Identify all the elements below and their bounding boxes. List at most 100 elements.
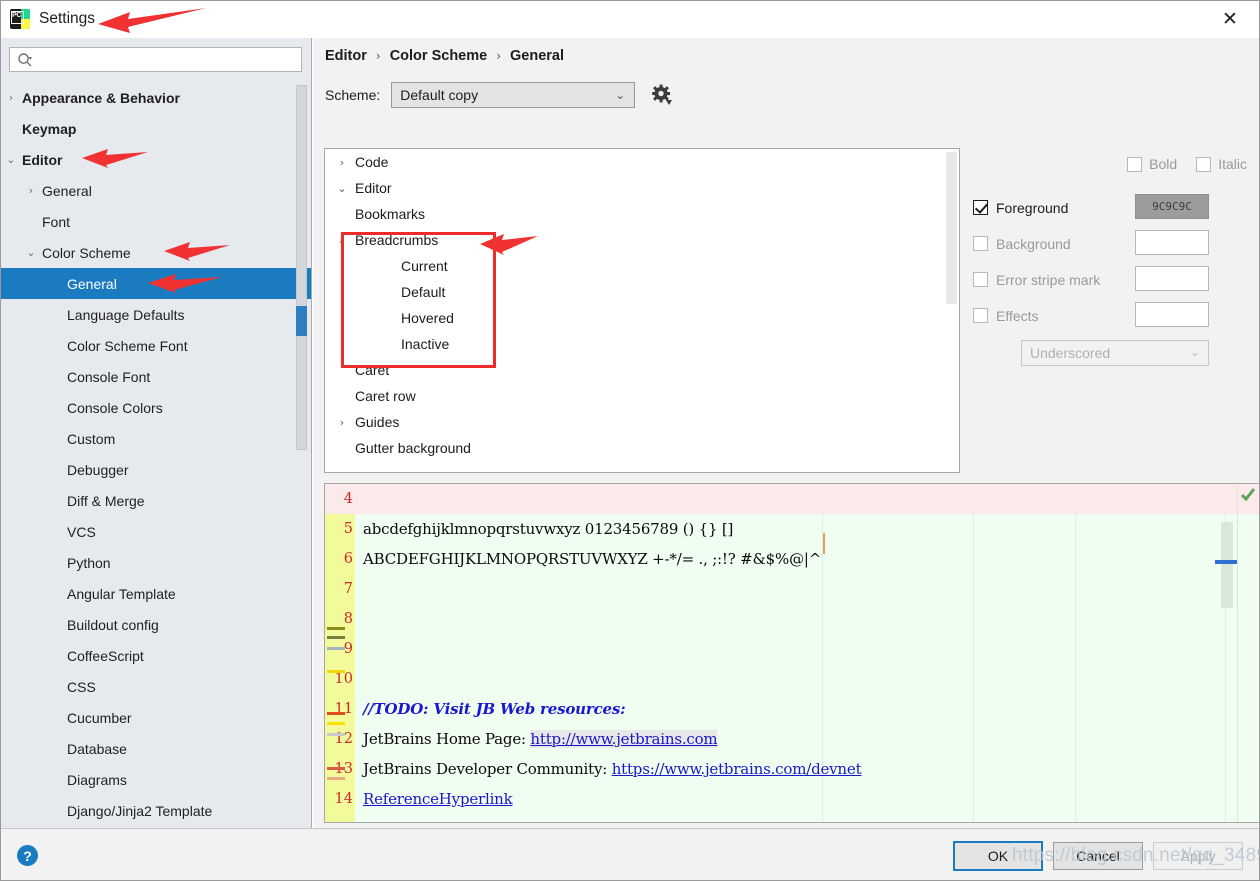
search-input[interactable] [38,50,296,70]
color-tree-item-editor[interactable]: ⌄ Editor [325,175,959,201]
close-icon[interactable]: ✕ [1210,4,1250,34]
sidebar-item-label: Console Font [67,368,151,385]
chevron-right-icon[interactable]: › [329,156,355,169]
sidebar-item-appearance-behavior[interactable]: › Appearance & Behavior [0,82,311,113]
color-tree-item-code[interactable]: › Code [325,149,959,175]
scheme-select[interactable]: Default copy ⌄ [391,82,636,108]
editor-line: 7 [325,574,1259,604]
sidebar-item-debugger[interactable]: Debugger [0,454,311,485]
option-row-error-stripe[interactable]: Error stripe mark [973,266,1253,293]
color-tree-item-current[interactable]: Current [325,253,959,279]
sidebar-item-vcs[interactable]: VCS [0,516,311,547]
color-tree-label: Caret row [355,388,416,404]
breadcrumb-item-1[interactable]: Color Scheme [390,48,488,64]
help-button[interactable]: ? [17,845,38,866]
logo-text: PC [12,12,22,19]
sidebar-item-color-scheme[interactable]: ⌄ Color Scheme [0,237,311,268]
color-tree-item-guides[interactable]: › Guides [325,409,959,435]
sidebar-item-keymap[interactable]: Keymap [0,113,311,144]
breadcrumb: Editor › Color Scheme › General [325,48,564,64]
sidebar-item-diff-merge[interactable]: Diff & Merge [0,485,311,516]
chevron-down-icon[interactable]: ⌄ [329,234,355,247]
option-row-effects[interactable]: Effects [973,302,1253,329]
sidebar-item-general[interactable]: › General [0,175,311,206]
italic-label: Italic [1218,156,1247,172]
chevron-right-icon[interactable]: › [0,91,22,104]
color-tree-item-default[interactable]: Default [325,279,959,305]
sidebar-item-database[interactable]: Database [0,733,311,764]
window-title: Settings [39,10,96,27]
color-tree-item-bookmarks[interactable]: Bookmarks [325,201,959,227]
line-text: //TODO: Visit JB Web resources: [363,700,626,718]
sidebar-item-cucumber[interactable]: Cucumber [0,702,311,733]
line-number: 11 [334,701,353,717]
sidebar-item-label: Angular Template [67,585,176,602]
background-color-swatch [1135,230,1209,255]
color-tree-item-caret[interactable]: Caret [325,357,959,383]
sidebar-item-angular-template[interactable]: Angular Template [0,578,311,609]
tree-scrollbar-thumb[interactable] [946,152,957,304]
sidebar-item-console-font[interactable]: Console Font [0,361,311,392]
error-stripe-panel[interactable] [1237,484,1259,822]
sidebar-item-editor[interactable]: ⌄ Editor [0,144,311,175]
color-tree-item-hovered[interactable]: Hovered [325,305,959,331]
italic-checkbox[interactable]: Italic [1196,156,1247,172]
sidebar-item-django-jinja2-template[interactable]: Django/Jinja2 Template [0,795,311,826]
color-settings-tree[interactable]: › Code ⌄ Editor Bookmarks ⌄ Breadcrumbs Current… [324,148,960,473]
sidebar-item-font[interactable]: Font [0,206,311,237]
error-stripe-checkbox[interactable] [973,272,988,287]
option-row-background[interactable]: Background [973,230,1253,257]
editor-line: 10 [325,664,1259,694]
line-text: ReferenceHyperlink [363,790,513,808]
color-tree-item-gutter-background[interactable]: Gutter background [325,435,959,461]
sidebar-item-label: Console Colors [67,399,163,416]
sidebar-scrollbar[interactable] [296,85,307,450]
gear-icon[interactable] [651,84,673,106]
sidebar-item-console-colors[interactable]: Console Colors [0,392,311,423]
line-number: 10 [334,671,353,687]
line-text: JetBrains Home Page: [363,730,531,748]
color-tree-item-breadcrumbs[interactable]: ⌄ Breadcrumbs [325,227,959,253]
sidebar-item-color-scheme-font[interactable]: Color Scheme Font [0,330,311,361]
chevron-right-icon[interactable]: › [329,416,355,429]
title-bar: PC Settings ✕ [0,0,1260,38]
foreground-color-swatch[interactable]: 9C9C9C [1135,194,1209,219]
breadcrumb-item-0[interactable]: Editor [325,48,367,64]
sidebar-item-general[interactable]: General [0,268,311,299]
breadcrumb-separator-icon: › [375,49,381,63]
color-tree-item-inactive[interactable]: Inactive [325,331,959,357]
sidebar-item-css[interactable]: CSS [0,671,311,702]
chevron-down-icon[interactable]: ⌄ [329,182,355,195]
effects-type-select[interactable]: Underscored ⌄ [1021,340,1209,366]
sidebar-item-diagrams[interactable]: Diagrams [0,764,311,795]
effects-checkbox[interactable] [973,308,988,323]
chevron-down-icon[interactable]: ⌄ [20,246,42,259]
sidebar-item-python[interactable]: Python [0,547,311,578]
editor-hyperlink[interactable]: http://www.jetbrains.com [530,730,718,748]
sidebar-item-label: Debugger [67,461,129,478]
sidebar-item-buildout-config[interactable]: Buildout config [0,609,311,640]
sidebar-tree[interactable]: › Appearance & Behavior Keymap ⌄ Editor › Gene… [0,82,311,828]
editor-scrollbar-thumb[interactable] [1221,522,1233,608]
foreground-checkbox[interactable] [973,200,988,215]
stripe-mark [327,627,345,630]
color-tree-label: Editor [355,180,392,196]
sidebar-item-custom[interactable]: Custom [0,423,311,454]
stripe-mark [327,777,345,780]
sidebar-item-coffeescript[interactable]: CoffeeScript [0,640,311,671]
checkbox-box [1196,156,1212,172]
sidebar-item-label: General [42,182,92,199]
chevron-down-icon[interactable]: ⌄ [0,153,22,166]
editor-line: 11 //TODO: Visit JB Web resources: [325,694,1259,724]
color-preview-editor[interactable]: 4 5 abcdefghijklmnopqrstuvwxyz 0123456789 … [324,483,1260,823]
background-checkbox[interactable] [973,236,988,251]
editor-hyperlink[interactable]: https://www.jetbrains.com/devnet [612,760,862,778]
sidebar-item-language-defaults[interactable]: Language Defaults [0,299,311,330]
color-tree-item-caret-row[interactable]: Caret row [325,383,959,409]
option-row-foreground[interactable]: Foreground 9C9C9C [973,194,1253,221]
search-box[interactable] [9,47,302,72]
chevron-right-icon[interactable]: › [20,184,42,197]
stripe-mark [327,712,345,715]
inspection-ok-icon[interactable] [1240,487,1256,503]
bold-checkbox[interactable]: Bold [1127,156,1177,172]
